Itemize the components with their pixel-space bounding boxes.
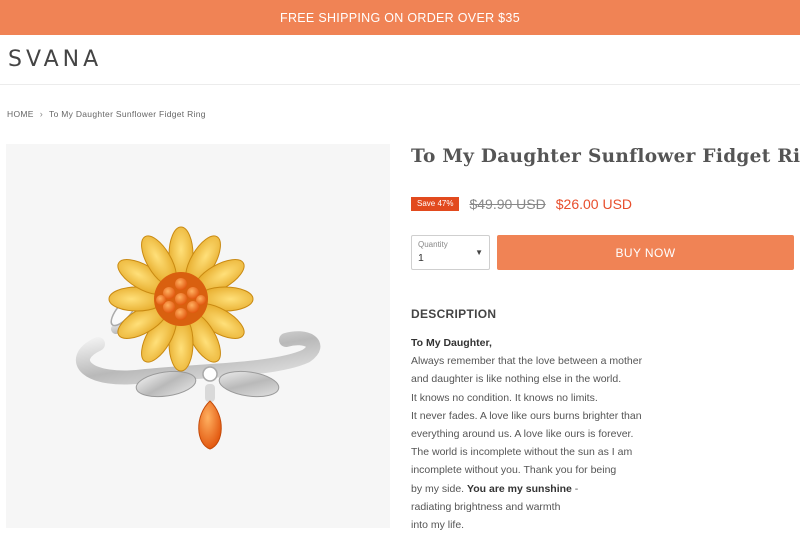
brand-logo[interactable]: SVANA <box>8 47 102 72</box>
description-line: radiating brightness and warmth <box>411 500 561 513</box>
description-line: and daughter is like nothing else in the… <box>411 373 622 386</box>
sale-badge: Save 47% <box>411 197 460 211</box>
breadcrumb: HOME › To My Daughter Sunflower Fidget R… <box>7 109 206 119</box>
chevron-right-icon: › <box>39 109 44 119</box>
announcement-bar: FREE SHIPPING ON ORDER OVER $35 <box>0 0 800 35</box>
description-line: The world is incomplete without the sun … <box>411 446 633 459</box>
description-text: by my side. <box>411 482 468 495</box>
description-greeting: To My Daughter, <box>411 337 492 349</box>
sunflower-ring-image <box>75 226 321 450</box>
compare-at-price: $49.90 USD <box>469 196 546 212</box>
breadcrumb-home-link[interactable]: HOME <box>7 109 34 119</box>
chevron-down-icon: ▼ <box>475 248 483 257</box>
site-header: SVANA <box>0 35 800 85</box>
quantity-value: 1 <box>418 252 424 264</box>
buy-now-button[interactable]: BUY NOW <box>497 235 794 270</box>
product-title: To My Daughter Sunflower Fidget Ring <box>411 146 800 167</box>
quantity-label: Quantity <box>418 240 448 249</box>
description-line: into my life. <box>411 519 465 532</box>
description-heading: DESCRIPTION <box>411 307 497 321</box>
product-image[interactable] <box>6 144 390 528</box>
description-text: - <box>571 482 579 495</box>
quantity-select[interactable]: Quantity 1 ▼ <box>411 235 490 270</box>
description-line: incomplete without you. Thank you for be… <box>411 464 617 477</box>
price-row: Save 47% $49.90 USD $26.00 USD <box>411 196 632 212</box>
description-line: by my side. You are my sunshine - <box>411 480 691 498</box>
description-line: It never fades. A love like ours burns b… <box>411 409 642 422</box>
breadcrumb-current: To My Daughter Sunflower Fidget Ring <box>49 109 206 119</box>
sale-price: $26.00 USD <box>555 196 633 212</box>
description-body: To My Daughter, Always remember that the… <box>411 334 691 534</box>
description-emphasis: You are my sunshine <box>467 482 572 495</box>
announcement-text: FREE SHIPPING ON ORDER OVER $35 <box>280 10 520 25</box>
description-line: everything around us. A love like ours i… <box>411 428 634 441</box>
description-line: It knows no condition. It knows no limit… <box>411 391 598 404</box>
description-line: Always remember that the love between a … <box>411 355 643 368</box>
